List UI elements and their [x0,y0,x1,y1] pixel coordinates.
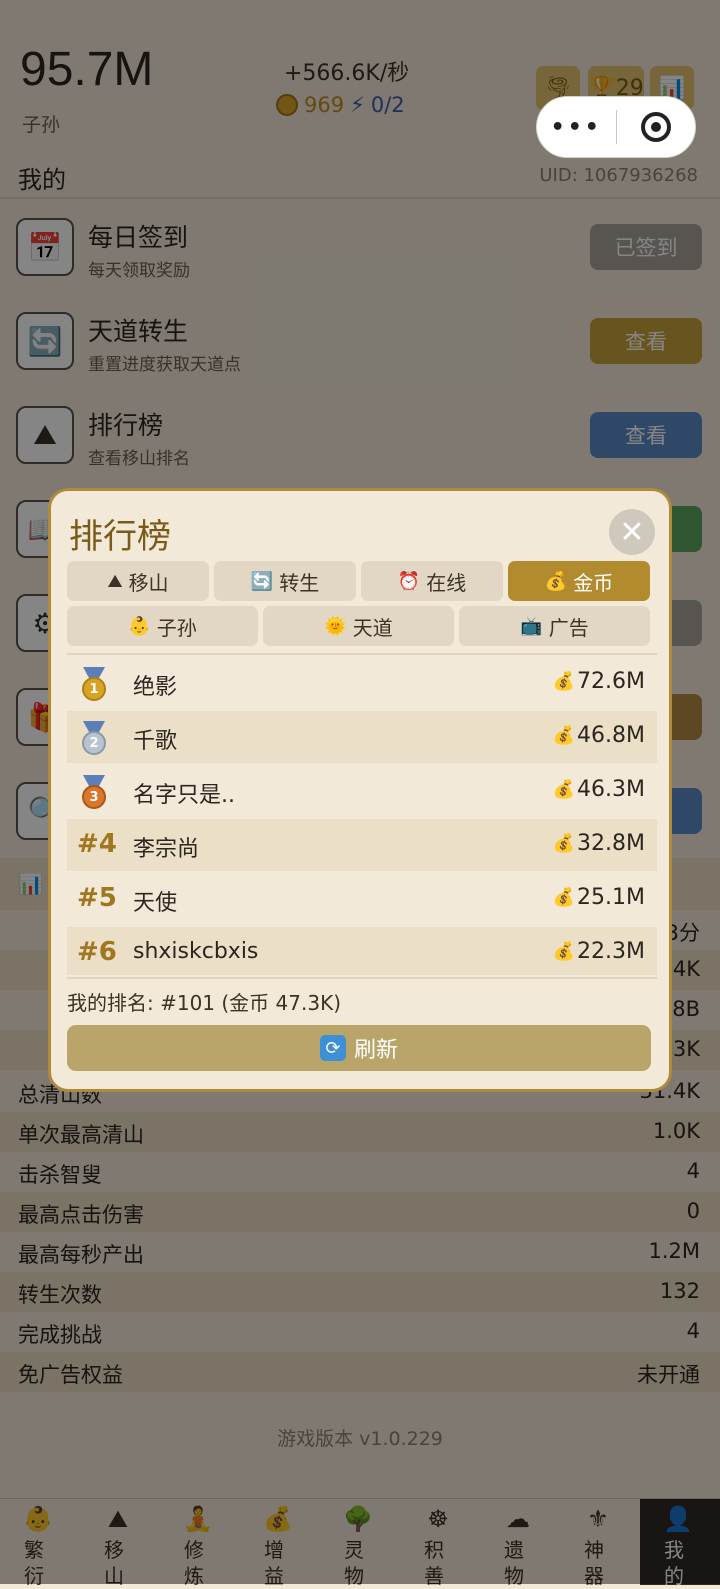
mountain-icon: ⛰ [107,570,123,592]
modal-title: 排行榜 [69,517,171,557]
tab-label: 移山 [128,570,169,595]
gold-medal-icon: 1 [79,667,109,701]
tab-coins[interactable]: 💰 金币 [508,561,650,601]
moneybag-icon: 💰 [552,779,576,800]
moneybag-icon: 💰 [552,725,576,746]
player-name: 名字只是.. [133,783,235,808]
tab-ads[interactable]: 📺 广告 [459,606,650,646]
player-score: 💰 25.1M [552,885,645,910]
exit-button[interactable] [617,112,696,142]
tab-label: 天道 [352,615,393,640]
tab-descendants[interactable]: 👶 子孙 [67,606,258,646]
tab-rebirth[interactable]: 🔄 转生 [214,561,356,601]
player-name: 绝影 [133,675,178,700]
silver-medal-icon: 2 [79,721,109,755]
leaderboard-modal: 排行榜 ✕ ⛰ 移山 🔄 转生 ⏰ 在线 💰 金币 👶 子孙 🌞 天道 📺 广告 1 绝影 💰… [48,488,672,1092]
player-score: 💰 22.3M [552,939,645,964]
tv-icon: 📺 [520,615,543,637]
tab-label: 转生 [279,570,320,595]
tab-label: 广告 [548,615,589,640]
more-button[interactable]: ••• [537,115,616,140]
refresh-label: 刷新 [353,1038,398,1063]
bronze-medal-icon: 3 [79,775,109,809]
tab-online[interactable]: ⏰ 在线 [361,561,503,601]
moneybag-icon: 💰 [552,833,576,854]
rank-number: #5 [77,883,117,913]
rank-number: #4 [77,829,117,859]
list-divider [67,653,657,655]
player-score: 💰 46.3M [552,777,645,802]
player-score: 💰 46.8M [552,723,645,748]
player-name: shxiskcbxis [133,939,259,964]
list-item: 3 名字只是.. 💰 46.3M [67,765,657,817]
player-score: 💰 72.6M [552,669,645,694]
target-icon [640,112,671,142]
player-score: 💰 32.8M [552,831,645,856]
my-rank: 我的排名: #101 (金币 47.3K) [67,991,341,1015]
player-name: 千歌 [133,729,178,754]
list-item: #6 shxiskcbxis 💰 22.3M [67,927,657,975]
list-item: 1 绝影 💰 72.6M [67,657,657,709]
player-name: 天使 [133,891,178,916]
tab-heaven[interactable]: 🌞 天道 [263,606,454,646]
tab-label: 在线 [426,570,467,595]
baby-icon: 👶 [128,615,151,637]
rebirth-icon: 🔄 [250,570,274,592]
moneybag-icon: 💰 [552,941,576,962]
clock-icon: ⏰ [397,570,421,592]
tab-label: 子孙 [156,615,197,640]
player-name: 李宗尚 [133,837,200,862]
moneybag-icon: 💰 [552,887,576,908]
close-button[interactable]: ✕ [609,509,655,555]
list-item: 2 千歌 💰 46.8M [67,711,657,763]
miniprogram-capsule: ••• [536,96,696,158]
moneybag-icon: 💰 [552,671,576,692]
footer-divider [67,977,657,979]
sun-icon: 🌞 [324,615,347,637]
rank-number: #6 [77,937,117,967]
moneybag-icon: 💰 [544,570,568,592]
list-item: #5 天使 💰 25.1M [67,873,657,925]
refresh-icon: ⟳ [319,1035,346,1061]
tab-label: 金币 [573,570,614,595]
close-icon: ✕ [619,514,645,550]
leaderboard-list[interactable]: 1 绝影 💰 72.6M 2 千歌 💰 46.8M 3 名字只是.. 💰 46.3M … [67,657,657,975]
list-item: #4 李宗尚 💰 32.8M [67,819,657,871]
refresh-button[interactable]: ⟳ 刷新 [67,1025,651,1071]
tab-mountain[interactable]: ⛰ 移山 [67,561,209,601]
